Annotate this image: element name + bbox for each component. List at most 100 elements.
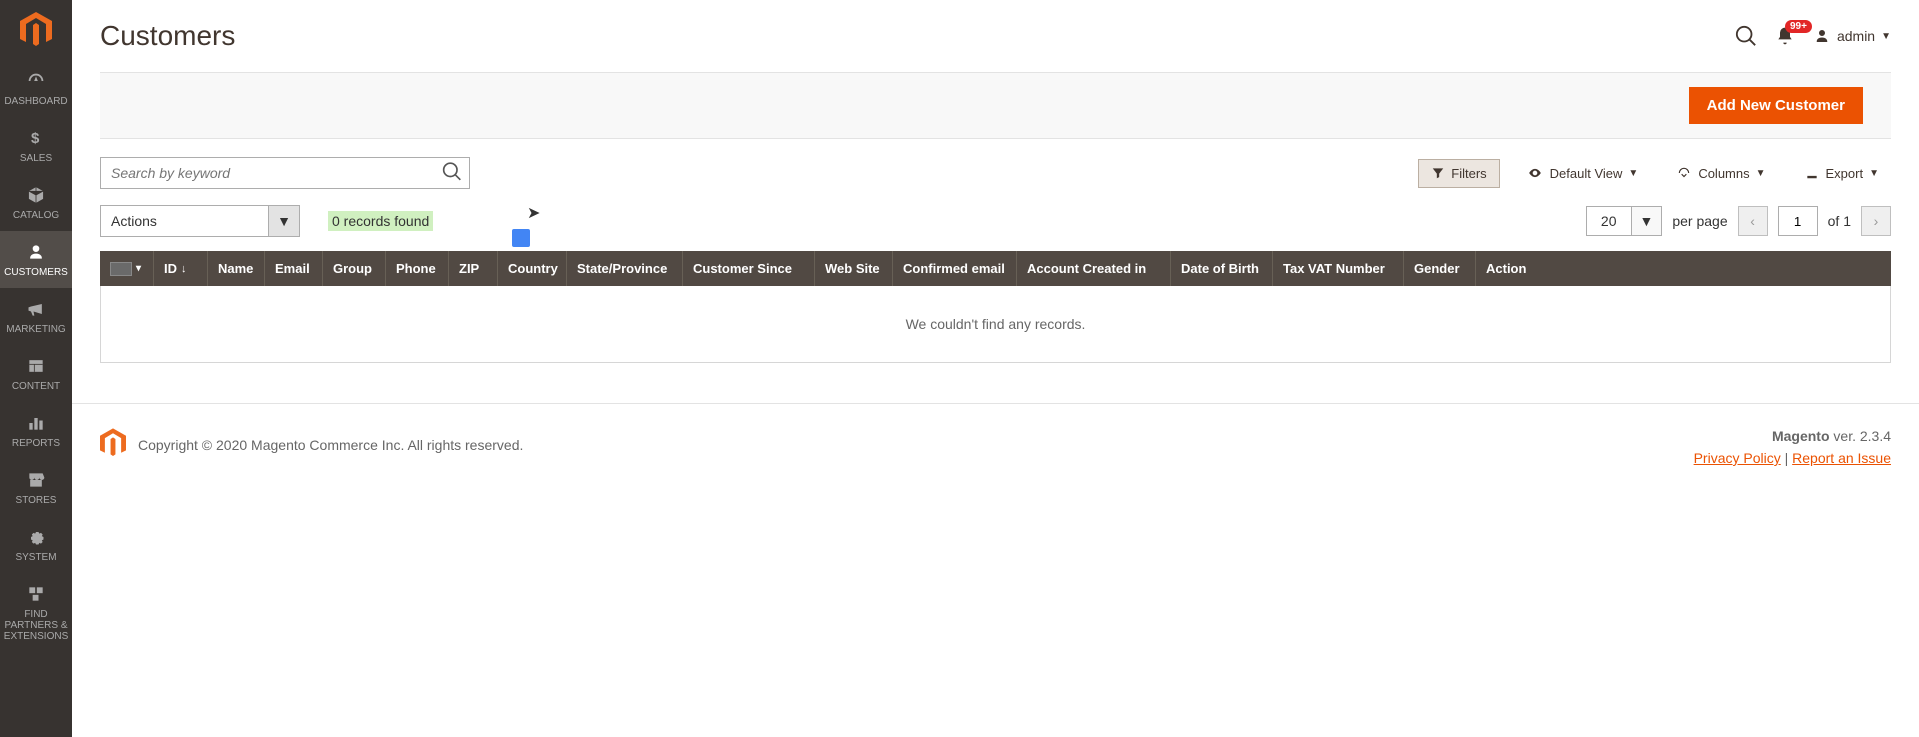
nav-label: SALES bbox=[20, 153, 52, 164]
page-of-label: of 1 bbox=[1828, 213, 1851, 229]
nav-marketing[interactable]: MARKETING bbox=[0, 288, 72, 345]
col-label: Customer Since bbox=[693, 261, 792, 276]
col-created[interactable]: Account Created in bbox=[1017, 251, 1171, 286]
footer: Copyright © 2020 Magento Commerce Inc. A… bbox=[72, 403, 1919, 490]
grid-header: ▾ ID↓ Name Email Group Phone ZIP Country… bbox=[100, 251, 1891, 286]
search-button[interactable] bbox=[1735, 25, 1757, 47]
nav-label: CATALOG bbox=[13, 210, 59, 221]
add-customer-button[interactable]: Add New Customer bbox=[1689, 87, 1863, 124]
nav-label: CONTENT bbox=[12, 381, 60, 392]
page-input[interactable] bbox=[1778, 206, 1818, 236]
search-box bbox=[100, 157, 470, 189]
chevron-down-icon: ▼ bbox=[1869, 168, 1879, 179]
notifications-button[interactable]: 99+ bbox=[1775, 26, 1795, 46]
default-view-label: Default View bbox=[1550, 166, 1623, 181]
gear-icon bbox=[25, 526, 47, 548]
magento-logo-icon bbox=[100, 428, 126, 461]
col-action[interactable]: Action bbox=[1476, 251, 1891, 286]
columns-icon bbox=[1676, 166, 1692, 180]
col-label: Group bbox=[333, 261, 372, 276]
records-count: 0 records found bbox=[328, 211, 433, 231]
col-since[interactable]: Customer Since bbox=[683, 251, 815, 286]
nav-stores[interactable]: STORES bbox=[0, 459, 72, 516]
col-group[interactable]: Group bbox=[323, 251, 386, 286]
col-id[interactable]: ID↓ bbox=[154, 251, 208, 286]
export-label: Export bbox=[1826, 166, 1864, 181]
per-page-value: 20 bbox=[1587, 207, 1631, 235]
col-email[interactable]: Email bbox=[265, 251, 323, 286]
sidebar: DASHBOARD $ SALES CATALOG CUSTOMERS MARK… bbox=[0, 0, 72, 737]
report-link[interactable]: Report an Issue bbox=[1792, 450, 1891, 466]
nav-sales[interactable]: $ SALES bbox=[0, 117, 72, 174]
translate-icon bbox=[512, 229, 530, 247]
nav-reports[interactable]: REPORTS bbox=[0, 402, 72, 459]
pagination: 20 ▼ per page ‹ of 1 › bbox=[1586, 206, 1891, 236]
col-state[interactable]: State/Province bbox=[567, 251, 683, 286]
chevron-down-icon: ▼ bbox=[268, 206, 299, 236]
copyright-text: Copyright © 2020 Magento Commerce Inc. A… bbox=[138, 437, 523, 453]
footer-right: Magento ver. 2.3.4 Privacy Policy | Repo… bbox=[1694, 428, 1891, 466]
filters-button[interactable]: Filters bbox=[1418, 159, 1499, 188]
svg-text:$: $ bbox=[31, 130, 40, 147]
col-label: Country bbox=[508, 261, 558, 276]
header: Customers 99+ admin ▼ bbox=[72, 0, 1919, 62]
col-label: ZIP bbox=[459, 261, 479, 276]
sort-arrow-icon: ↓ bbox=[181, 263, 187, 275]
logo[interactable] bbox=[0, 0, 72, 60]
col-checkbox[interactable]: ▾ bbox=[100, 251, 154, 286]
col-tax[interactable]: Tax VAT Number bbox=[1273, 251, 1404, 286]
nav-content[interactable]: CONTENT bbox=[0, 345, 72, 402]
export-button[interactable]: Export ▼ bbox=[1792, 160, 1891, 187]
col-label: Web Site bbox=[825, 261, 880, 276]
col-label: Date of Birth bbox=[1181, 261, 1259, 276]
default-view-button[interactable]: Default View ▼ bbox=[1514, 160, 1651, 187]
separator: | bbox=[1781, 450, 1792, 466]
col-name[interactable]: Name bbox=[208, 251, 265, 286]
nav-dashboard[interactable]: DASHBOARD bbox=[0, 60, 72, 117]
col-zip[interactable]: ZIP bbox=[449, 251, 498, 286]
toolbar-secondary: Actions ▼ 0 records found ➤ 20 ▼ per pag… bbox=[72, 199, 1919, 251]
user-icon bbox=[1813, 27, 1831, 45]
nav-label: STORES bbox=[16, 495, 57, 506]
chevron-down-icon: ▼ bbox=[1756, 168, 1766, 179]
person-icon bbox=[25, 241, 47, 263]
col-label: Gender bbox=[1414, 261, 1460, 276]
nav-label: FIND PARTNERS & EXTENSIONS bbox=[4, 609, 68, 642]
search-icon bbox=[1735, 25, 1757, 47]
nav-system[interactable]: SYSTEM bbox=[0, 516, 72, 573]
columns-button[interactable]: Columns ▼ bbox=[1664, 160, 1777, 187]
actions-label: Actions bbox=[111, 213, 157, 229]
privacy-link[interactable]: Privacy Policy bbox=[1694, 450, 1781, 466]
col-phone[interactable]: Phone bbox=[386, 251, 449, 286]
per-page-select[interactable]: 20 ▼ bbox=[1586, 206, 1662, 236]
dollar-icon: $ bbox=[25, 127, 47, 149]
nav-catalog[interactable]: CATALOG bbox=[0, 174, 72, 231]
col-gender[interactable]: Gender bbox=[1404, 251, 1476, 286]
chevron-down-icon: ▼ bbox=[1628, 168, 1638, 179]
layout-icon bbox=[25, 355, 47, 377]
search-submit[interactable] bbox=[442, 162, 462, 185]
nav-customers[interactable]: CUSTOMERS bbox=[0, 231, 72, 288]
toolbar: Filters Default View ▼ Columns ▼ Export … bbox=[72, 139, 1919, 199]
toolbar-right: Filters Default View ▼ Columns ▼ Export … bbox=[1418, 159, 1891, 188]
user-menu[interactable]: admin ▼ bbox=[1813, 27, 1891, 45]
nav-extensions[interactable]: FIND PARTNERS & EXTENSIONS bbox=[0, 573, 72, 652]
chevron-right-icon: › bbox=[1874, 213, 1879, 229]
actions-select[interactable]: Actions ▼ bbox=[100, 205, 300, 237]
notification-badge: 99+ bbox=[1785, 20, 1812, 33]
next-page-button[interactable]: › bbox=[1861, 206, 1891, 236]
col-label: Name bbox=[218, 261, 253, 276]
col-country[interactable]: Country bbox=[498, 251, 567, 286]
col-label: Confirmed email bbox=[903, 261, 1005, 276]
search-input[interactable] bbox=[100, 157, 470, 189]
data-grid: ▾ ID↓ Name Email Group Phone ZIP Country… bbox=[100, 251, 1891, 363]
cursor-icon: ➤ bbox=[527, 203, 540, 223]
col-label: State/Province bbox=[577, 261, 667, 276]
col-confirmed[interactable]: Confirmed email bbox=[893, 251, 1017, 286]
prev-page-button[interactable]: ‹ bbox=[1738, 206, 1768, 236]
columns-label: Columns bbox=[1698, 166, 1749, 181]
col-web[interactable]: Web Site bbox=[815, 251, 893, 286]
col-dob[interactable]: Date of Birth bbox=[1171, 251, 1273, 286]
export-icon bbox=[1804, 166, 1820, 180]
nav-label: REPORTS bbox=[12, 438, 60, 449]
